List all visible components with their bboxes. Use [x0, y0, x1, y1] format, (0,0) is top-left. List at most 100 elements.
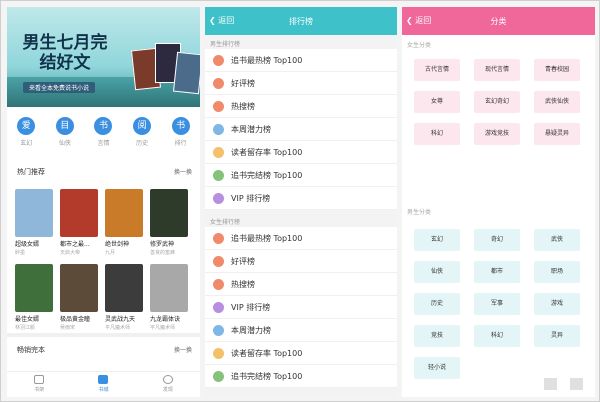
tab-label: 书城 [98, 387, 109, 393]
book-author: 九月 [105, 250, 116, 256]
book-item[interactable]: 灵武战九天平凡魔术师 [105, 264, 145, 331]
rank-label: 好评榜 [231, 78, 255, 88]
book-title: 修罗武神 [150, 241, 175, 248]
book-title: 极品黄金瞳 [60, 316, 91, 323]
category-chip[interactable]: 武侠仙侠 [534, 91, 580, 113]
promo-banner[interactable]: 男生七月完结好文 来看全本免费说书小说 [7, 7, 200, 107]
rank-list-item[interactable]: 热搜榜 [205, 95, 397, 118]
tab-bookshelf[interactable]: 书架 [34, 372, 44, 397]
category-chip[interactable]: 科幻 [414, 123, 460, 145]
book-author: 平凡魔术师 [150, 325, 176, 331]
rank-icon [213, 123, 224, 135]
rank-list-item[interactable]: 追书完结榜 Top100 [205, 365, 397, 388]
rank-list-item[interactable]: 本周潜力榜 [205, 319, 397, 342]
category-chip[interactable]: 女尊 [414, 91, 460, 113]
book-item[interactable]: 修罗武神 善良的蜜蜂 [150, 189, 190, 256]
category-shortcut[interactable]: 书排行 [167, 117, 195, 157]
rank-list-item[interactable]: 追书完结榜 Top100 [205, 164, 397, 187]
book-item[interactable]: 九龙霸体诀平凡魔术师 [150, 264, 190, 331]
book-title: 灵武战九天 [105, 316, 136, 323]
rank-label: 热搜榜 [231, 101, 255, 111]
category-chip[interactable]: 职场 [534, 261, 580, 283]
rank-list-item[interactable]: VIP 排行榜 [205, 296, 397, 319]
category-chip[interactable]: 古代言情 [414, 59, 460, 81]
book-item[interactable]: 绝世剑神 九月 [105, 189, 145, 256]
book-title: 超级女婿 [15, 241, 40, 248]
female-category-grid: 古代言情 现代言情 青春校园女尊 玄幻奇幻 武侠仙侠科幻 游戏竞技 悬疑灵异 [414, 59, 584, 145]
screenshot-frame: 男生七月完结好文 来看全本免费说书小说 爱玄幻目仙侠书言情阅历史书排行 热门推荐… [0, 0, 600, 402]
category-chip[interactable]: 玄幻 [414, 229, 460, 251]
category-chip[interactable]: 游戏 [534, 293, 580, 315]
category-chip[interactable]: 轻小说 [414, 357, 460, 379]
category-chip[interactable]: 游戏竞技 [474, 123, 520, 145]
rank-list-item[interactable]: 本周潜力榜 [205, 118, 397, 141]
bookstore-icon [98, 375, 109, 384]
book-cover [105, 189, 143, 237]
rank-icon [213, 192, 224, 204]
book-author: 林羽江颜 [15, 325, 36, 331]
rankings-navbar: ❮ 返回 排行榜 [205, 7, 397, 35]
rank-list-item[interactable]: VIP 排行榜 [205, 187, 397, 210]
category-chip[interactable]: 科幻 [474, 325, 520, 347]
rank-list-item[interactable]: 读者留存率 Top100 [205, 342, 397, 365]
tab-discover[interactable]: 发现 [162, 372, 173, 397]
category-chip[interactable]: 青春校园 [534, 59, 580, 81]
rank-icon [213, 232, 224, 244]
rank-list-item[interactable]: 追书最热榜 Top100 [205, 227, 397, 250]
category-chip[interactable]: 仙侠 [414, 261, 460, 283]
book-author: 平凡魔术师 [105, 325, 131, 331]
book-author: 醉墨 [15, 250, 26, 256]
category-chip[interactable]: 武侠 [534, 229, 580, 251]
male-category-grid: 玄幻 奇幻 武侠仙侠 都市 职场历史 军事 游戏竞技 科幻 灵异轻小说 [414, 229, 584, 379]
category-chip[interactable]: 历史 [414, 293, 460, 315]
rank-label: 本周潜力榜 [231, 124, 271, 134]
book-item[interactable]: 极品黄金瞳 吴雨宋 [60, 264, 100, 331]
female-rank-list: 追书最热榜 Top100 好评榜热搜榜 VIP 排行榜本周潜力榜 读者留存率 Top1… [205, 227, 397, 388]
banner-book-cover [172, 51, 200, 95]
category-chip[interactable]: 都市 [474, 261, 520, 283]
refresh-sale-button[interactable]: 换一换 [174, 345, 192, 354]
book-title: 九龙霸体诀 [150, 316, 181, 323]
rank-label: VIP 排行榜 [231, 193, 271, 203]
shortcut-label: 排行 [174, 140, 187, 147]
rank-list-item[interactable]: 读者留存率 Top100 [205, 141, 397, 164]
rank-icon [213, 301, 224, 313]
category-chip[interactable]: 奇幻 [474, 229, 520, 251]
category-chip[interactable]: 灵异 [534, 325, 580, 347]
book-item[interactable]: 超级女婿 醉墨 [15, 189, 55, 256]
category-chip[interactable]: 军事 [474, 293, 520, 315]
rank-list-item[interactable]: 好评榜 [205, 250, 397, 273]
category-chip[interactable]: 现代言情 [474, 59, 520, 81]
rank-list-item[interactable]: 热搜榜 [205, 273, 397, 296]
categories-screen: ❮ 返回 分类 女生分类 古代言情 现代言情 青春校园 女尊 玄幻奇幻 武侠仙侠 科幻 游戏竞… [402, 7, 595, 397]
refresh-hot-button[interactable]: 换一换 [174, 167, 192, 176]
book-cover [150, 189, 188, 237]
category-chip[interactable]: 竞技 [414, 325, 460, 347]
category-chip[interactable]: 玄幻奇幻 [474, 91, 520, 113]
category-shortcut[interactable]: 目仙侠 [51, 117, 79, 157]
rank-label: VIP 排行榜 [231, 302, 271, 312]
rank-icon [213, 77, 224, 89]
book-cover [15, 189, 53, 237]
male-rank-header: 男生排行榜 [210, 41, 241, 48]
category-shortcut[interactable]: 书言情 [89, 117, 117, 157]
rank-label: 好评榜 [231, 256, 255, 266]
shortcut-label: 仙侠 [58, 140, 71, 147]
rank-list-item[interactable]: 追书最热榜 Top100 [205, 49, 397, 72]
bookstore-screen: 男生七月完结好文 来看全本免费说书小说 爱玄幻目仙侠书言情阅历史书排行 热门推荐… [7, 7, 200, 397]
rank-icon [213, 278, 224, 290]
category-chip[interactable]: 悬疑灵异 [534, 123, 580, 145]
hot-book-grid: 超级女婿 醉墨 都市之最... 天启大帝 绝世剑神 九月 修罗武神 善良的蜜蜂 最佳女婿 林羽江颜… [15, 189, 193, 331]
rank-list-item[interactable]: 好评榜 [205, 72, 397, 95]
tab-bookstore[interactable]: 书城 [98, 372, 109, 397]
rank-icon [213, 169, 224, 181]
book-cover [105, 264, 143, 312]
book-item[interactable]: 都市之最... 天启大帝 [60, 189, 100, 256]
category-shortcut[interactable]: 阅历史 [128, 117, 156, 157]
book-item[interactable]: 最佳女婿 林羽江颜 [15, 264, 55, 331]
female-category-header: 女生分类 [407, 42, 432, 49]
rank-icon [213, 100, 224, 112]
category-shortcut[interactable]: 爱玄幻 [12, 117, 40, 157]
shortcut-icon: 目 [55, 117, 74, 135]
rank-label: 追书完结榜 Top100 [231, 371, 303, 381]
